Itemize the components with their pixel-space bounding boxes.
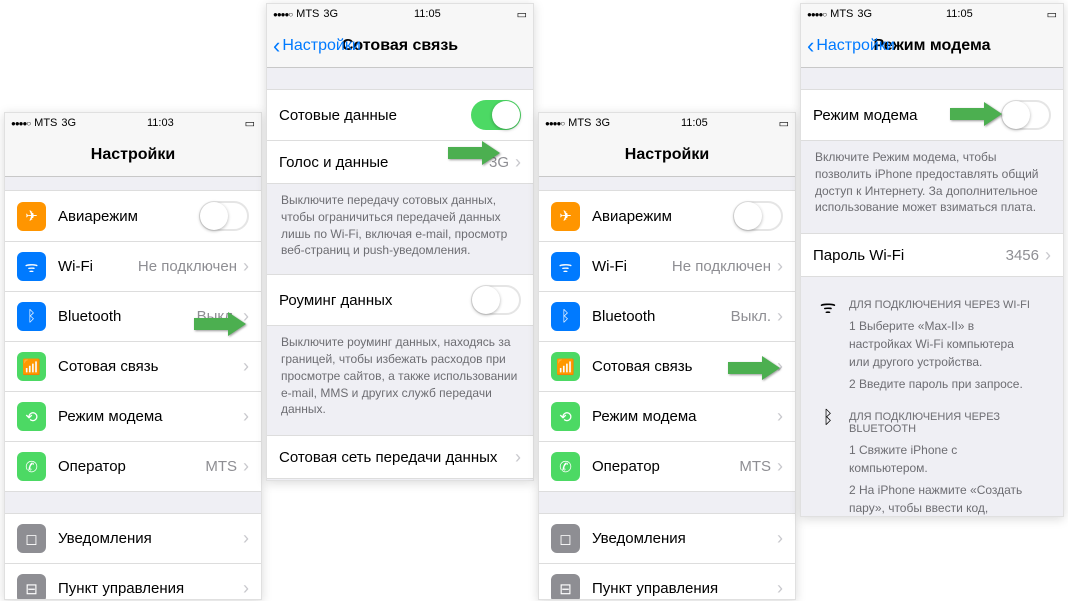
battery-icon: ▭ [517, 8, 527, 21]
battery-icon: ▭ [245, 117, 255, 130]
row-wifi-password[interactable]: Пароль Wi-Fi 3456 › [801, 233, 1063, 277]
chevron-right-icon: › [243, 356, 249, 377]
chevron-right-icon: › [243, 256, 249, 277]
row-cellular-network[interactable]: Сотовая сеть передачи данных › [267, 435, 533, 479]
wifi-instructions: ᯤ ДЛЯ ПОДКЛЮЧЕНИЯ ЧЕРЕЗ WI-FI 1 Выберите… [801, 289, 1063, 401]
chevron-right-icon: › [515, 447, 521, 468]
wifi-icon: ᯤ [17, 252, 46, 281]
airplane-icon: ✈ [17, 202, 46, 231]
status-bar: ●●●●○MTS3G 11:03 ▭ [5, 113, 261, 133]
row-notifications[interactable]: ◻ Уведомления › [5, 513, 261, 564]
signal-dots-icon: ●●●●○ [273, 10, 292, 19]
signal-dots-icon: ●●●●○ [545, 119, 564, 128]
status-bar: ●●●●○MTS3G 11:05 ▭ [801, 4, 1063, 24]
hotspot-icon: ⟲ [551, 402, 580, 431]
row-roaming[interactable]: Роуминг данных [267, 274, 533, 326]
battery-icon: ▭ [779, 117, 789, 130]
row-wifi[interactable]: ᯤ Wi-Fi Не подключен › [5, 241, 261, 292]
navbar: Настройки [5, 133, 261, 177]
phone-cellular: ●●●●○MTS3G 11:05 ▭ ‹Настройки Сотовая св… [266, 3, 534, 481]
row-airplane[interactable]: ✈ Авиарежим [5, 190, 261, 242]
bluetooth-icon: ᛒ [551, 302, 580, 331]
control-icon: ⊟ [551, 574, 580, 600]
signal-dots-icon: ●●●●○ [807, 10, 826, 19]
bluetooth-icon: ᛒ [815, 407, 841, 428]
footer-note: Включите Режим модема, чтобы позволить i… [801, 141, 1063, 224]
chevron-left-icon: ‹ [273, 35, 280, 57]
chevron-right-icon: › [777, 578, 783, 599]
row-hotspot-toggle[interactable]: Режим модема [801, 89, 1063, 141]
clock: 11:05 [681, 117, 708, 129]
row-bluetooth[interactable]: ᛒ Bluetooth Выкл. › [5, 291, 261, 342]
navbar: ‹Настройки Режим модема [801, 24, 1063, 68]
chevron-right-icon: › [777, 406, 783, 427]
phone-settings-1: ●●●●○MTS3G 11:03 ▭ Настройки ✈ Авиарежим… [4, 112, 262, 600]
chevron-left-icon: ‹ [807, 35, 814, 57]
row-carrier[interactable]: ✆ Оператор MTS › [539, 441, 795, 492]
row-bluetooth[interactable]: ᛒ Bluetooth Выкл. › [539, 291, 795, 342]
notifications-icon: ◻ [17, 524, 46, 553]
navbar: ‹Настройки Сотовая связь [267, 24, 533, 68]
back-button[interactable]: ‹Настройки [807, 35, 895, 57]
phone-hotspot: ●●●●○MTS3G 11:05 ▭ ‹Настройки Режим моде… [800, 3, 1064, 517]
chevron-right-icon: › [777, 306, 783, 327]
chevron-right-icon: › [243, 528, 249, 549]
status-bar: ●●●●○MTS3G 11:05 ▭ [267, 4, 533, 24]
footer-note-1: Выключите передачу сотовых данных, чтобы… [267, 184, 533, 267]
row-hotspot[interactable]: ⟲ Режим модема › [5, 391, 261, 442]
page-title: Настройки [625, 146, 709, 164]
row-control-center[interactable]: ⊟ Пункт управления › [5, 563, 261, 600]
row-control-center[interactable]: ⊟ Пункт управления › [539, 563, 795, 600]
clock: 11:05 [414, 8, 441, 20]
navbar: Настройки [539, 133, 795, 177]
chevron-right-icon: › [515, 152, 521, 173]
row-hotspot[interactable]: ⟲ Режим модема › [539, 391, 795, 442]
footer-note-2: Выключите роуминг данных, находясь за гр… [267, 326, 533, 426]
chevron-right-icon: › [243, 306, 249, 327]
cellular-icon: 📶 [551, 352, 580, 381]
row-airplane[interactable]: ✈ Авиарежим [539, 190, 795, 242]
row-cellular-data[interactable]: Сотовые данные [267, 89, 533, 141]
airplane-icon: ✈ [551, 202, 580, 231]
chevron-right-icon: › [777, 456, 783, 477]
notifications-icon: ◻ [551, 524, 580, 553]
row-cellular[interactable]: 📶 Сотовая связь › [5, 341, 261, 392]
chevron-right-icon: › [1045, 245, 1051, 266]
page-title: Настройки [91, 146, 175, 164]
chevron-right-icon: › [777, 528, 783, 549]
status-bar: ●●●●○MTS3G 11:05 ▭ [539, 113, 795, 133]
row-voice-data[interactable]: Голос и данные 3G › [267, 140, 533, 184]
battery-icon: ▭ [1047, 8, 1057, 21]
control-icon: ⊟ [17, 574, 46, 600]
chevron-right-icon: › [777, 256, 783, 277]
row-notifications[interactable]: ◻ Уведомления › [539, 513, 795, 564]
signal-dots-icon: ●●●●○ [11, 119, 30, 128]
cellular-data-toggle[interactable] [471, 100, 521, 130]
phone-settings-2: ●●●●○MTS3G 11:05 ▭ Настройки ✈ Авиарежим… [538, 112, 796, 600]
bluetooth-instructions: ᛒ ДЛЯ ПОДКЛЮЧЕНИЯ ЧЕРЕЗ BLUETOOTH 1 Свяж… [801, 401, 1063, 517]
back-button[interactable]: ‹Настройки [273, 35, 361, 57]
row-wifi[interactable]: ᯤ Wi-Fi Не подключен › [539, 241, 795, 292]
row-cellular[interactable]: 📶 Сотовая связь › [539, 341, 795, 392]
airplane-toggle[interactable] [733, 201, 783, 231]
hotspot-toggle[interactable] [1001, 100, 1051, 130]
chevron-right-icon: › [777, 356, 783, 377]
phone-icon: ✆ [551, 452, 580, 481]
phone-icon: ✆ [17, 452, 46, 481]
cellular-icon: 📶 [17, 352, 46, 381]
clock: 11:05 [946, 8, 973, 20]
wifi-icon: ᯤ [815, 295, 841, 319]
row-carrier[interactable]: ✆ Оператор MTS › [5, 441, 261, 492]
hotspot-icon: ⟲ [17, 402, 46, 431]
chevron-right-icon: › [243, 578, 249, 599]
bluetooth-icon: ᛒ [17, 302, 46, 331]
airplane-toggle[interactable] [199, 201, 249, 231]
clock: 11:03 [147, 117, 174, 129]
chevron-right-icon: › [243, 406, 249, 427]
roaming-toggle[interactable] [471, 285, 521, 315]
wifi-icon: ᯤ [551, 252, 580, 281]
chevron-right-icon: › [243, 456, 249, 477]
